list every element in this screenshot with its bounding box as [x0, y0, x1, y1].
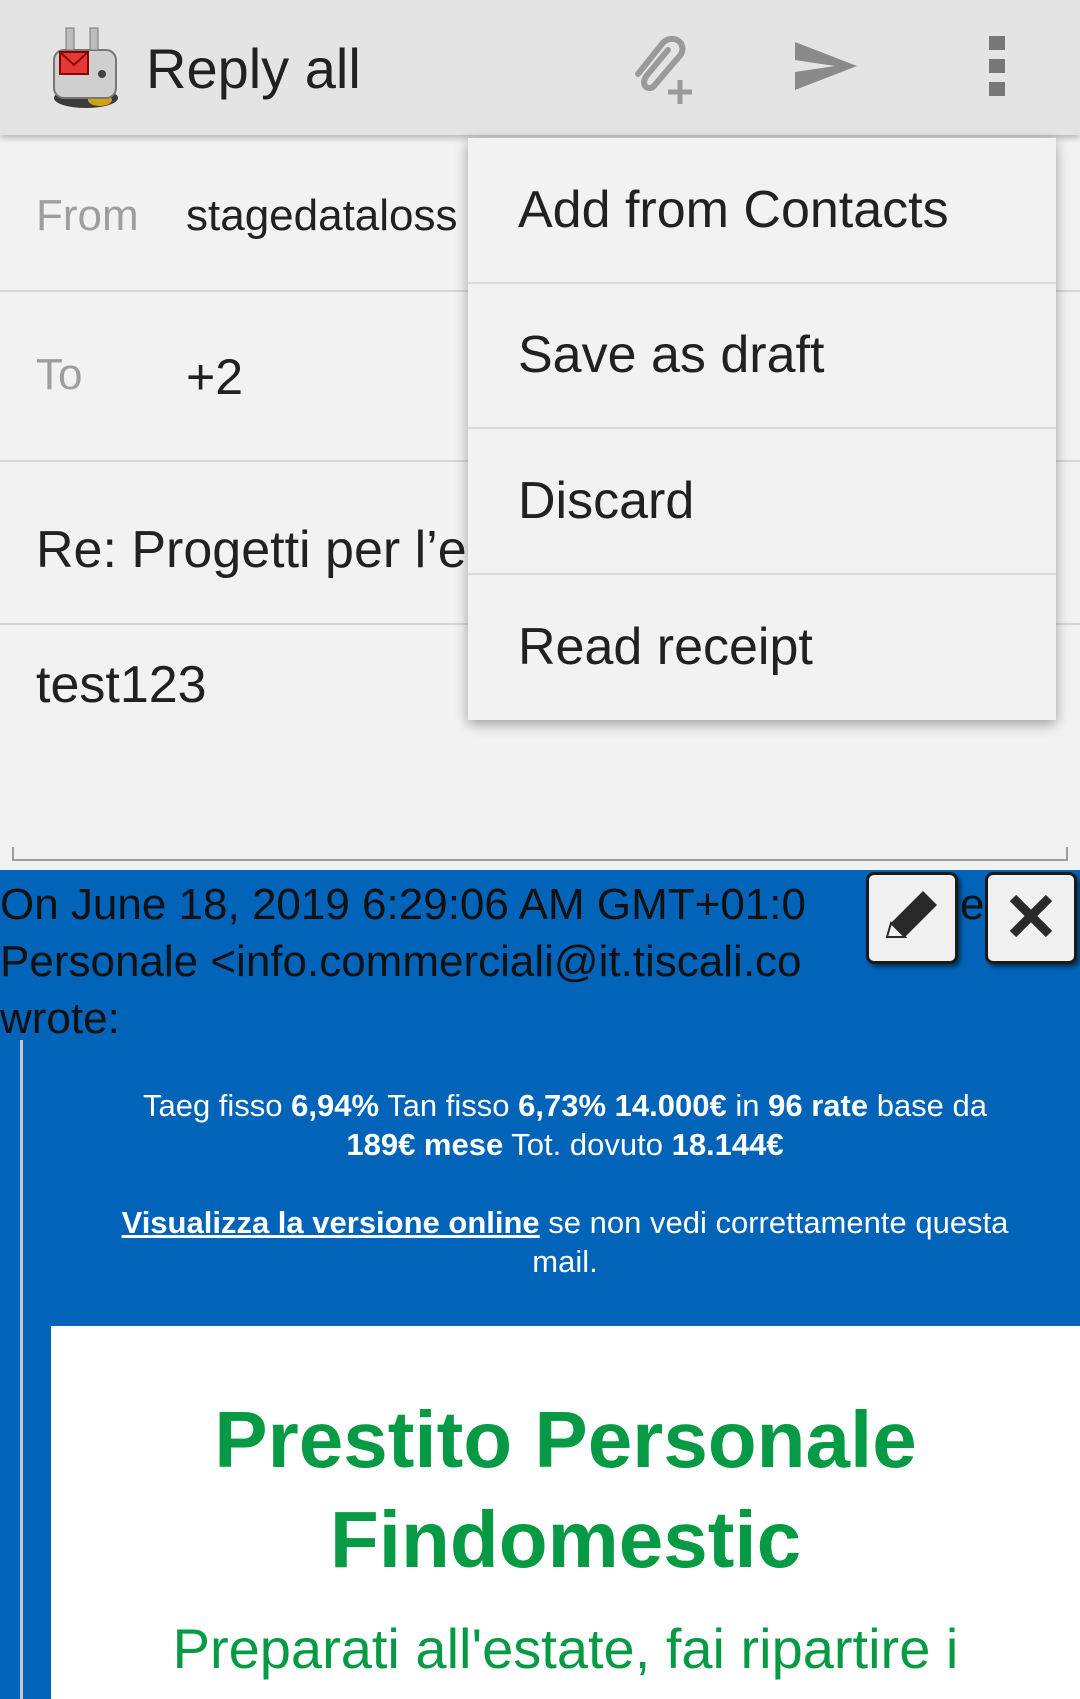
app-icon[interactable] [46, 22, 126, 112]
card-title-line: Findomestic [329, 1495, 802, 1584]
more-options-button[interactable] [955, 26, 1039, 110]
to-label: To [36, 350, 83, 399]
card-subtitle: Preparati all'estate, fai ripartire i [172, 1617, 959, 1680]
pencil-icon [877, 881, 947, 956]
online-version-link[interactable]: Visualizza la versione online [122, 1205, 540, 1240]
attach-file-icon [618, 24, 702, 113]
subject-text: Re: Progetti per l’e [36, 521, 467, 579]
card-title: Prestito Personale Findomestic [51, 1390, 1080, 1590]
from-value[interactable]: stagedataloss [186, 191, 458, 241]
quote-header-line: wrote: [0, 994, 120, 1043]
body-field-underline [12, 847, 1068, 861]
menu-item-add-from-contacts[interactable]: Add from Contacts [468, 138, 1056, 284]
total-label: Tot. dovuto [511, 1127, 663, 1162]
edit-quote-button[interactable] [866, 872, 958, 964]
monthly-amount: 189€ mese [346, 1127, 504, 1162]
toolbar-title: Reply all [146, 37, 361, 100]
installments: 96 rate [768, 1088, 869, 1123]
card-title-line: Prestito Personale [214, 1395, 917, 1484]
menu-item-read-receipt[interactable]: Read receipt [468, 575, 1056, 721]
message-body-text: test123 [36, 656, 207, 714]
taeg-label: Taeg fisso [142, 1088, 283, 1123]
tan-label: Tan fisso [387, 1088, 510, 1123]
more-vert-icon [987, 34, 1007, 103]
base-text: base da [876, 1088, 988, 1123]
menu-item-discard[interactable]: Discard [468, 429, 1056, 575]
to-recipients-chip[interactable]: +2 [186, 348, 243, 406]
overflow-menu: Add from Contacts Save as draft Discard … [468, 138, 1056, 720]
toolbar: Reply all [0, 0, 1080, 135]
online-version-note: Visualizza la versione online se non ved… [100, 1203, 1030, 1281]
loan-amount: 14.000€ [614, 1088, 727, 1123]
promo-card: Prestito Personale Findomestic Preparati… [51, 1326, 1080, 1699]
attach-file-button[interactable] [618, 26, 702, 110]
taeg-value: 6,94% [291, 1088, 380, 1123]
send-icon [791, 36, 861, 101]
total-value: 18.144€ [671, 1127, 784, 1162]
online-version-rest: se non vedi correttamente questa mail. [532, 1205, 1009, 1279]
tan-value: 6,73% [518, 1088, 607, 1123]
menu-item-save-as-draft[interactable]: Save as draft [468, 284, 1056, 429]
send-button[interactable] [784, 26, 868, 110]
remove-quote-button[interactable] [985, 872, 1077, 964]
from-label: From [36, 191, 139, 240]
quote-header-tail: e [960, 880, 985, 929]
in-word: in [735, 1088, 760, 1123]
quoted-message[interactable]: On June 18, 2019 6:29:06 AM GMT+01:0 Per… [0, 870, 1080, 1699]
quote-bar [20, 1040, 23, 1699]
promo-terms: Taeg fisso 6,94% Tan fisso 6,73% 14.000€… [100, 1086, 1030, 1164]
close-icon [1003, 888, 1059, 949]
